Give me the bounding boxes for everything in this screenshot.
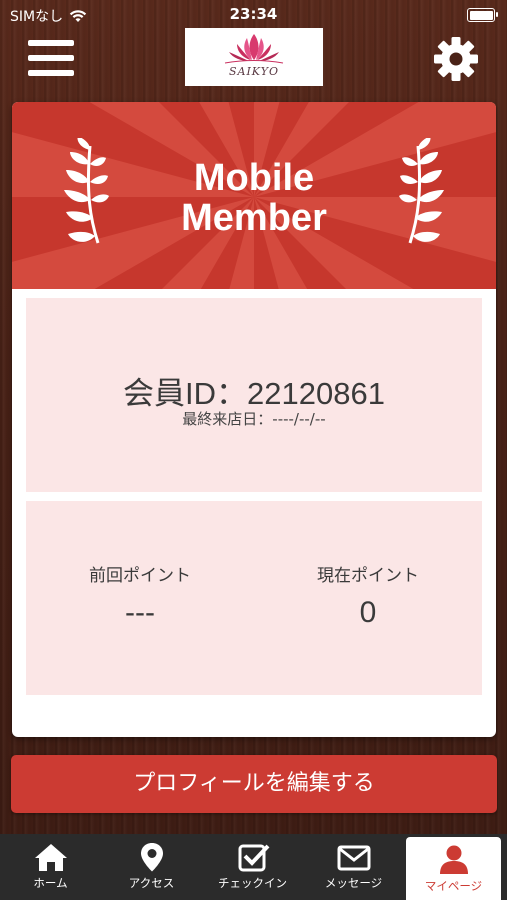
status-time: 23:34 [229,5,278,23]
tab-message-label: メッセージ [324,876,383,890]
tab-checkin-label: チェックイン [218,876,287,890]
previous-points-value: --- [125,596,155,629]
banner-title: Mobile Member [12,158,496,238]
member-card: Mobile Member 会員ID：22120861 最終来店日：----/-… [12,102,496,737]
previous-points-label: 前回ポイント [89,566,191,586]
tab-checkin[interactable]: チェックイン [202,834,303,900]
map-pin-icon [140,843,163,872]
banner-title-line2: Member [181,197,327,239]
tab-bar: ホーム アクセス チェックイン メッセージ マイページ [0,834,507,900]
tab-mypage-label: マイページ [424,879,483,893]
logo: SAIKYO [185,28,323,86]
tab-message[interactable]: メッセージ [303,834,404,900]
tab-access[interactable]: アクセス [101,834,202,900]
mail-icon [337,845,370,871]
tab-mypage[interactable]: マイページ [406,837,501,900]
previous-points: 前回ポイント --- [26,561,254,630]
gear-icon [434,37,478,81]
tab-home-label: ホーム [33,876,68,890]
member-id: 会員ID：22120861 [123,376,385,411]
app-header: SAIKYO [0,28,507,90]
current-points-value: 0 [359,596,377,629]
user-icon [439,845,468,874]
current-points-label: 現在ポイント [317,566,419,586]
settings-button[interactable] [431,34,481,84]
home-icon [34,844,67,871]
checkbox-icon [238,844,269,872]
banner-title-line1: Mobile [193,157,315,199]
points-panel: 前回ポイント --- 現在ポイント 0 [26,501,482,695]
tab-home[interactable]: ホーム [0,834,101,900]
member-id-panel: 会員ID：22120861 最終来店日：----/--/-- [26,298,482,492]
member-banner: Mobile Member [12,102,496,289]
battery-icon [467,8,498,22]
last-visit-date: 最終来店日：----/--/-- [182,410,326,428]
menu-button[interactable] [28,40,76,78]
lotus-logo-icon [224,34,284,64]
status-bar: SIMなし 23:34 [0,0,507,28]
current-points: 現在ポイント 0 [254,561,482,630]
tab-access-label: アクセス [128,876,175,890]
logo-text: SAIKYO [228,65,280,78]
edit-profile-button[interactable]: プロフィールを編集する [11,755,497,813]
